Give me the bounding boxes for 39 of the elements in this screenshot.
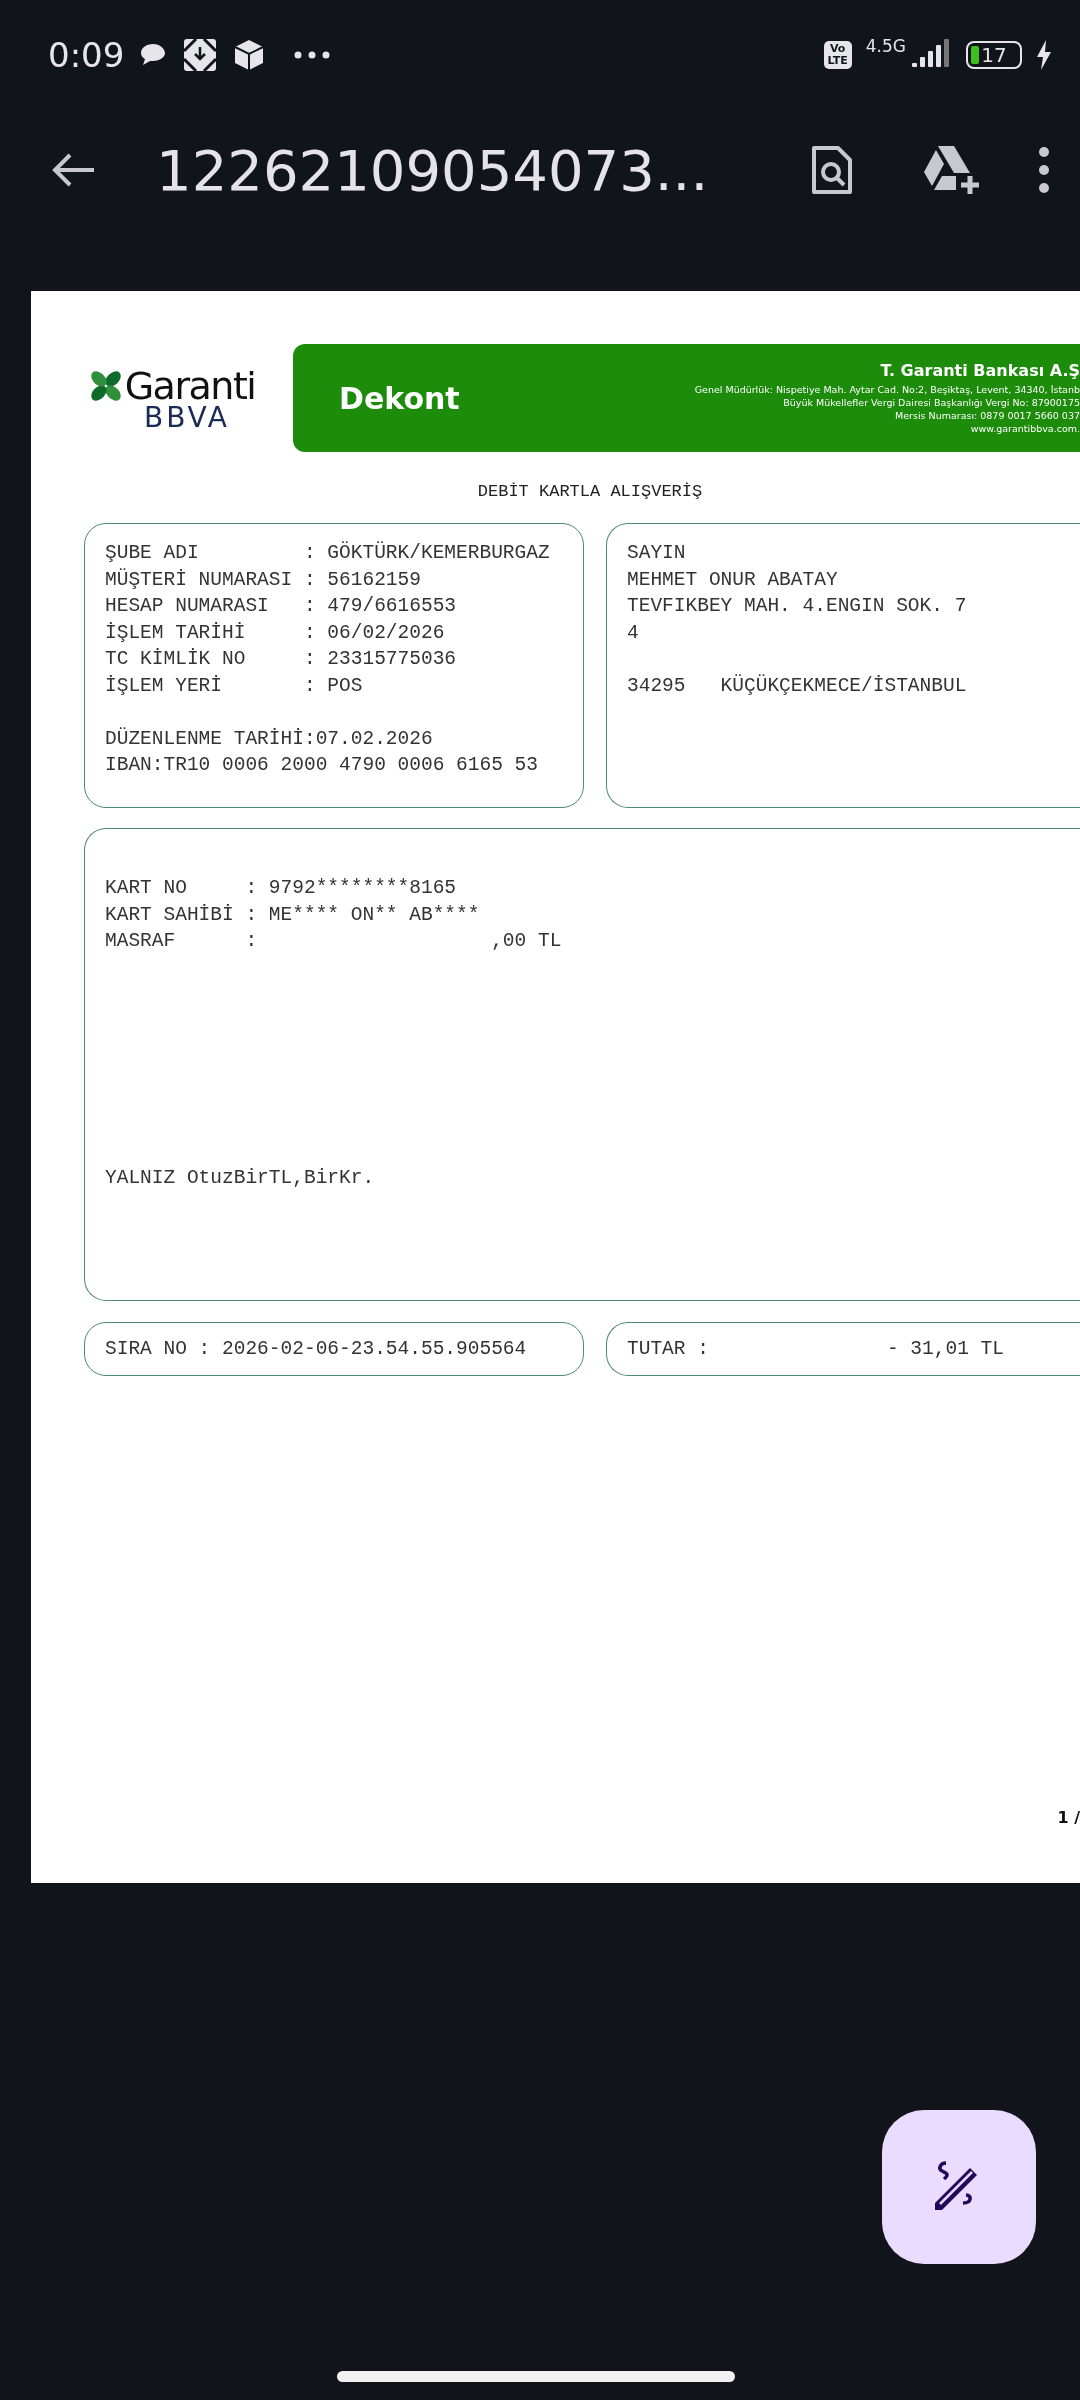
bank-info-line: Genel Müdürlük: Nispetiye Mah. Aytar Cad. No:2, Beşiktaş, Levent, 34340, İstanb xyxy=(694,383,1080,396)
card-detail-line: KART NO : 9792********8165 xyxy=(105,876,458,901)
more-dots-icon xyxy=(294,51,331,59)
bank-name: T. Garanti Bankası A.Ş xyxy=(880,361,1080,380)
info-line: ŞUBE ADI : GÖKTÜRK/KEMERBURGAZ xyxy=(105,540,551,566)
info-line: TC KİMLİK NO : 23315775036 xyxy=(105,647,458,672)
amount-in-words: YALNIZ OtuzBirTL,BirKr. xyxy=(105,1165,376,1191)
receipt-title: Dekont xyxy=(339,380,460,416)
sequence-number: SIRA NO : 2026-02-06-23.54.55.905564 xyxy=(105,1336,528,1362)
info-line: MÜŞTERİ NUMARASI : 56162159 xyxy=(105,567,422,593)
bank-info-line: Büyük Mükellefler Vergi Dairesi Başkanlığı Vergi No: 87900175 xyxy=(783,396,1080,409)
card-detail-line: MASRAF : ,00 TL xyxy=(105,929,563,954)
bank-info-line: www.garantibbva.com. xyxy=(970,422,1080,435)
more-options-button[interactable] xyxy=(1038,146,1050,194)
address-line: TEVFIKBEY MAH. 4.ENGIN SOK. 7 xyxy=(627,594,968,619)
address-line: SAYIN xyxy=(627,541,687,566)
transaction-type: DEBİT KARTLA ALIŞVERİŞ xyxy=(476,482,704,501)
page-number: 1 / xyxy=(1057,1808,1080,1827)
info-line: DÜZENLENME TARİHİ:07.02.2026 xyxy=(105,726,434,752)
info-line: İŞLEM TARİHİ : 06/02/2026 xyxy=(105,620,446,646)
brand-subname: BBVA xyxy=(143,400,231,434)
volte-badge: Vo LTE xyxy=(823,41,852,69)
document-title: 12262109054073... xyxy=(156,137,710,203)
total-label: TUTAR : xyxy=(627,1336,709,1362)
card-detail-line: KART SAHİBİ : ME**** ON** AB**** xyxy=(105,902,481,928)
info-line: IBAN:TR10 0006 2000 4790 0006 6165 53 xyxy=(105,753,539,778)
network-type: 4.5G xyxy=(865,36,906,56)
address-line: 34295 KÜÇÜKÇEKMECE/İSTANBUL xyxy=(627,673,968,699)
info-line: HESAP NUMARASI : 479/6616553 xyxy=(105,594,458,619)
address-line: 4 xyxy=(627,620,640,646)
battery-icon: 17 xyxy=(966,41,1022,69)
info-line: İŞLEM YERİ : POS xyxy=(105,673,364,699)
address-line: MEHMET ONUR ABATAY xyxy=(627,567,839,593)
download-icon xyxy=(182,37,219,73)
bank-info-line: Mersis Numarası: 0879 0017 5660 037 xyxy=(895,409,1080,422)
annotate-button[interactable] xyxy=(882,2110,1036,2264)
search-in-document-button[interactable] xyxy=(810,144,854,196)
status-time: 0:09 xyxy=(48,35,125,75)
total-amount: - 31,01 TL xyxy=(886,1336,1004,1362)
